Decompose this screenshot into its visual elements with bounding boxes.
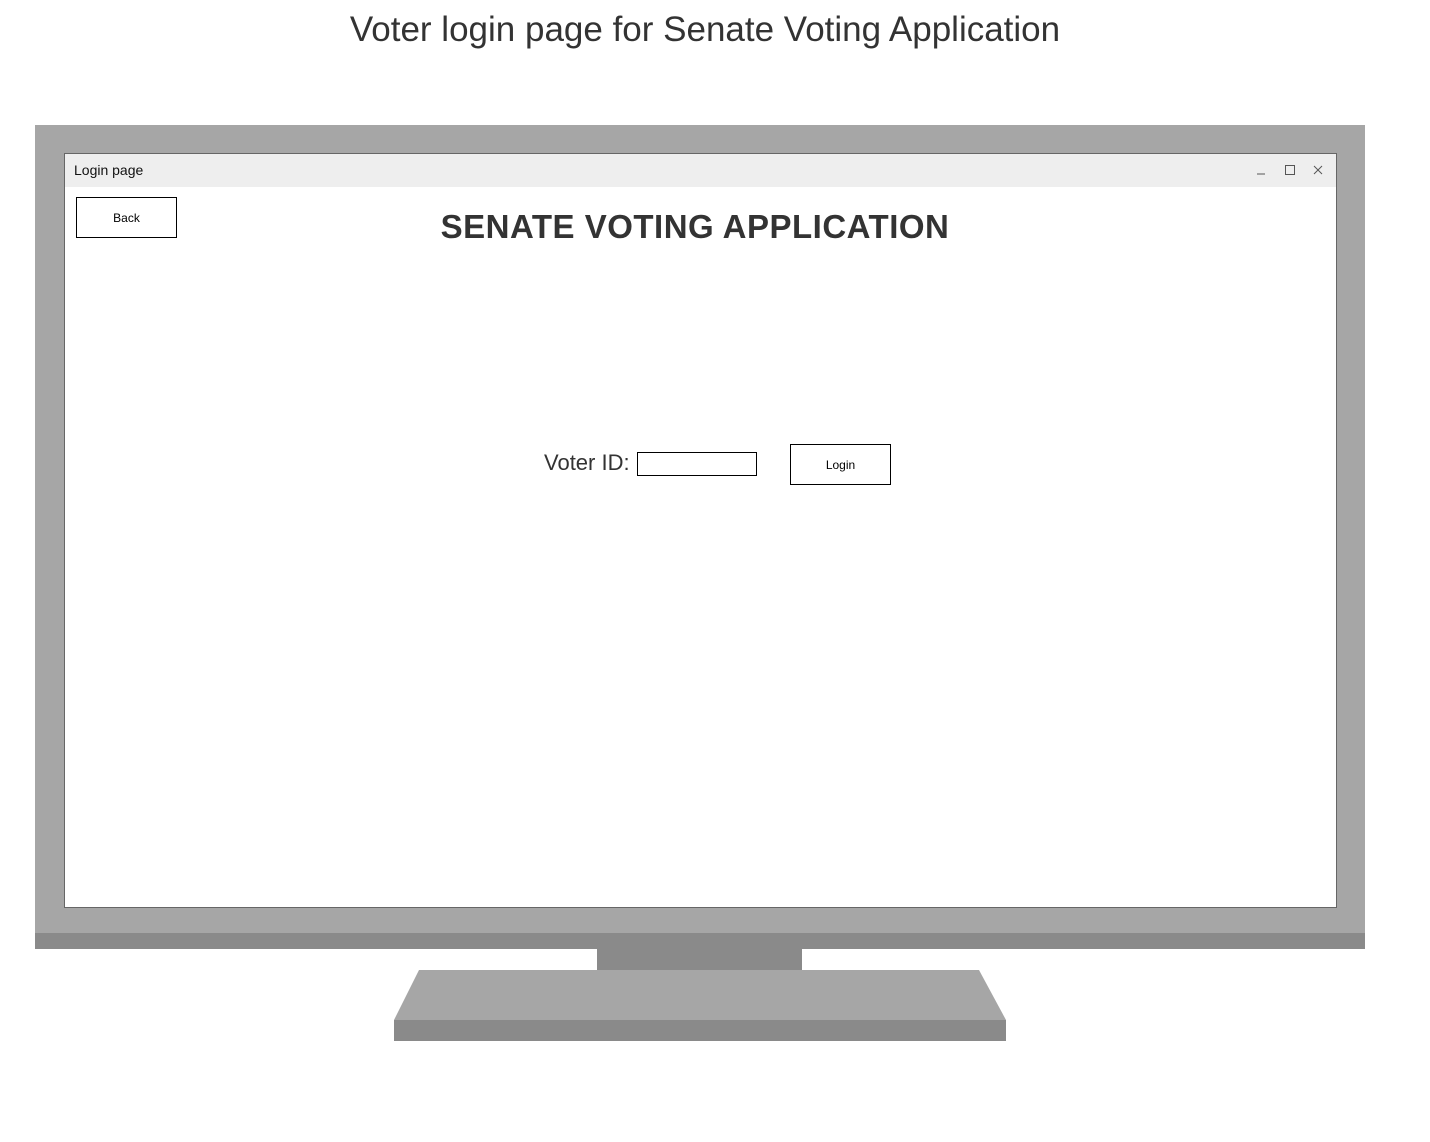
window-titlebar: Login page: [65, 154, 1336, 187]
maximize-icon: [1285, 165, 1295, 175]
monitor-chin: [35, 933, 1365, 949]
page: Voter login page for Senate Voting Appli…: [0, 0, 1430, 1142]
voter-id-label: Voter ID:: [544, 450, 630, 475]
voter-id-input[interactable]: [637, 452, 757, 476]
minimize-icon: [1257, 173, 1265, 175]
close-button[interactable]: [1308, 160, 1328, 180]
login-button[interactable]: Login: [790, 444, 891, 485]
maximize-button[interactable]: [1280, 160, 1300, 180]
login-window: Login page Back SENATE VOTING APPLICATIO…: [64, 153, 1337, 908]
close-icon: [1313, 165, 1323, 175]
minimize-button[interactable]: [1251, 160, 1271, 180]
page-caption: Voter login page for Senate Voting Appli…: [349, 10, 1061, 49]
monitor-stand-base: [394, 970, 1006, 1041]
app-heading: SENATE VOTING APPLICATION: [440, 208, 950, 245]
window-title: Login page: [74, 162, 144, 178]
